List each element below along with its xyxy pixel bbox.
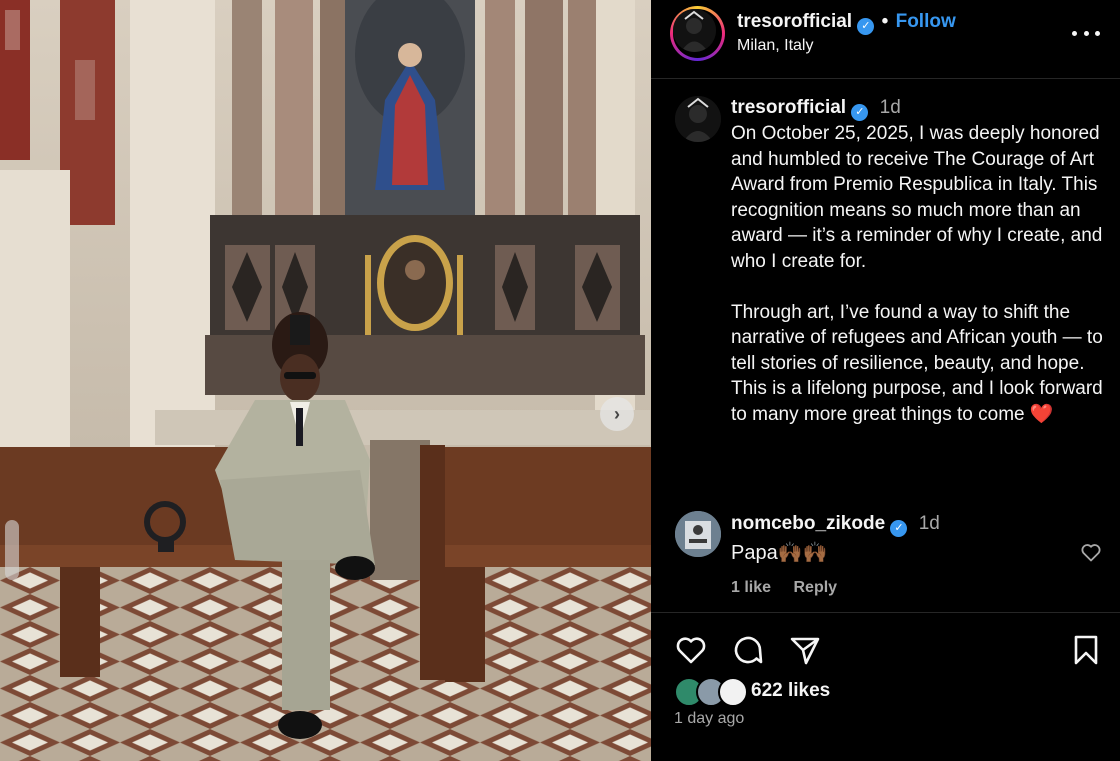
comment-reply-button[interactable]: Reply xyxy=(793,579,837,596)
post-location[interactable]: Milan, Italy xyxy=(737,37,813,55)
caption-username[interactable]: tresorofficial xyxy=(731,97,846,118)
post-date[interactable]: 1 day ago xyxy=(674,710,744,728)
heart-icon[interactable] xyxy=(673,632,709,668)
verified-icon: ✓ xyxy=(890,520,908,537)
more-icon[interactable] xyxy=(1072,26,1100,40)
header-username-row: tresorofficial ✓ • Follow xyxy=(737,11,956,35)
caption-username-row: tresorofficial ✓ 1d xyxy=(731,97,901,121)
comment-username[interactable]: nomcebo_zikode xyxy=(731,513,885,534)
next-photo-button[interactable]: › xyxy=(600,397,634,431)
liker-avatars[interactable] xyxy=(674,677,749,707)
like-count[interactable]: 622 likes xyxy=(751,680,830,702)
bookmark-icon[interactable] xyxy=(1068,632,1104,668)
comment-text: Papa🙌🏾🙌🏾 xyxy=(731,542,828,564)
commenter-avatar[interactable] xyxy=(675,511,721,557)
caption-timestamp[interactable]: 1d xyxy=(880,97,901,118)
verified-icon: ✓ xyxy=(851,104,869,121)
author-username[interactable]: tresorofficial xyxy=(737,11,852,32)
actions-divider xyxy=(651,612,1120,613)
follow-button[interactable]: Follow xyxy=(896,11,956,32)
comment-meta: 1 like Reply xyxy=(731,579,855,597)
verified-icon: ✓ xyxy=(857,18,875,35)
comment-heart-icon[interactable] xyxy=(1079,540,1103,564)
chevron-right-icon: › xyxy=(614,404,620,424)
liker-avatar xyxy=(718,677,748,707)
comment-like-count[interactable]: 1 like xyxy=(731,579,771,596)
post-caption: On October 25, 2025, I was deeply honore… xyxy=(731,123,1103,425)
author-avatar[interactable] xyxy=(673,9,716,52)
share-icon[interactable] xyxy=(787,632,823,668)
church-photo-illustration xyxy=(0,0,651,761)
separator-dot: • xyxy=(881,11,889,32)
caption-author-avatar[interactable] xyxy=(675,96,721,142)
comment-timestamp[interactable]: 1d xyxy=(919,513,940,534)
comment-icon[interactable] xyxy=(730,632,766,668)
comment-username-row: nomcebo_zikode ✓ 1d xyxy=(731,513,940,537)
post-photo[interactable]: › xyxy=(0,0,651,761)
author-story-ring[interactable] xyxy=(670,6,725,61)
post-side-panel: tresorofficial ✓ • Follow Milan, Italy t… xyxy=(651,0,1120,761)
header-divider xyxy=(651,78,1120,79)
